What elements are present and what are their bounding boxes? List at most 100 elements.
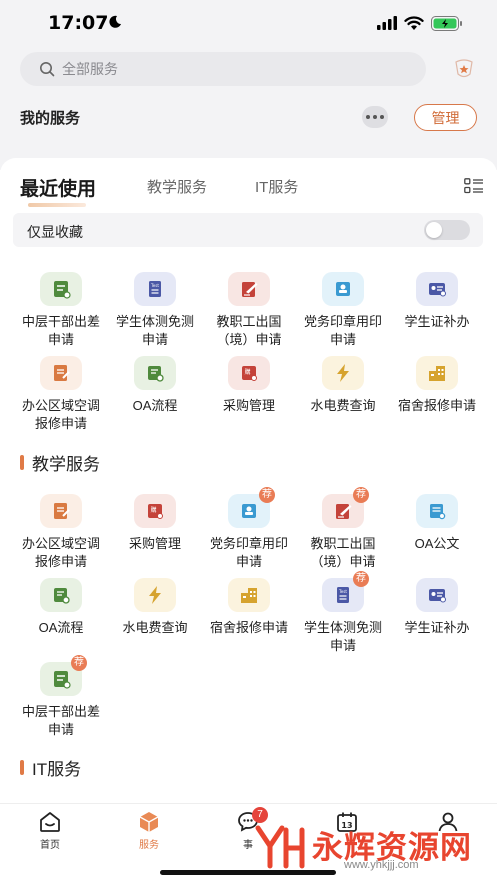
status-time: 17:07 <box>48 12 109 34</box>
svg-text:購: 購 <box>150 506 156 514</box>
oa-flow-icon <box>134 356 176 390</box>
tab-recent[interactable]: 最近使用 <box>20 174 96 201</box>
tab-it[interactable]: IT服务 <box>255 176 298 197</box>
service-item[interactable]: 宿舍报修申请 <box>202 578 296 637</box>
service-label: 办公区域空调报修申请 <box>21 398 100 431</box>
service-label: 水电费查询 <box>122 620 188 635</box>
recommended-badge: 荐 <box>353 487 369 503</box>
service-label: OA流程 <box>38 620 84 635</box>
favorites-only-label: 仅显收藏 <box>27 224 83 240</box>
list-view-icon[interactable] <box>464 178 484 194</box>
home-icon <box>40 812 60 832</box>
recommended-badge: 荐 <box>259 487 275 503</box>
stamp-icon <box>322 272 364 306</box>
service-item[interactable]: 办公区域空调报修申请 <box>14 494 108 571</box>
service-item[interactable]: 中层干部出差申请 <box>14 272 108 349</box>
my-services-title: 我的服务 <box>20 110 81 127</box>
service-item[interactable]: 水电费查询 <box>296 356 390 415</box>
service-label: 学生体测免测申请 <box>115 314 194 347</box>
svg-text:Test: Test <box>150 283 159 288</box>
home-indicator <box>160 870 336 875</box>
message-count-badge: 7 <box>252 807 268 823</box>
medal-icon[interactable] <box>452 58 476 80</box>
document-icon: Test <box>134 272 176 306</box>
service-label: OA公文 <box>414 536 460 551</box>
svg-text:Test: Test <box>338 589 347 594</box>
header-area: 17:07 全部服务 我的服务 管理 <box>0 0 497 170</box>
service-label: 学生证补办 <box>404 314 470 329</box>
nav-home-label: 首页 <box>40 840 60 851</box>
favorites-only-toggle[interactable] <box>424 220 470 240</box>
svg-text:購: 購 <box>244 368 250 376</box>
service-item[interactable]: 办公区域空调报修申请 <box>14 356 108 433</box>
repair-form-icon <box>40 356 82 390</box>
service-item[interactable]: 購采购管理 <box>202 356 296 415</box>
signal-icon <box>377 16 397 30</box>
recommended-badge: 荐 <box>353 571 369 587</box>
search-placeholder: 全部服务 <box>62 61 118 77</box>
service-item[interactable]: 党务印章用印申请 <box>296 272 390 349</box>
manage-button[interactable]: 管理 <box>414 104 477 131</box>
purchase-icon: 購 <box>228 356 270 390</box>
service-label: 党务印章用印申请 <box>209 536 288 569</box>
recommended-badge: 荐 <box>71 655 87 671</box>
wifi-icon <box>404 15 424 30</box>
service-item[interactable]: 学生证补办 <box>390 578 484 637</box>
service-label: 采购管理 <box>128 536 181 551</box>
document-search-icon <box>416 494 458 528</box>
building-icon <box>228 578 270 612</box>
document-icon: Test 荐 <box>322 571 369 612</box>
service-item[interactable]: OA流程 <box>108 356 202 415</box>
category-tabs: 最近使用 教学服务 IT服务 <box>0 158 497 208</box>
nav-services[interactable]: 服务 <box>119 810 179 851</box>
service-label: 党务印章用印申请 <box>303 314 382 347</box>
service-item[interactable]: OA流程 <box>14 578 108 637</box>
airplane-doc-icon <box>228 272 270 306</box>
service-label: 中层干部出差申请 <box>21 314 100 347</box>
service-label: 宿舍报修申请 <box>209 620 288 635</box>
watermark-url: www.yhkjjj.com <box>344 859 419 871</box>
service-item[interactable]: Test 学生体测免测申请 <box>108 272 202 349</box>
service-item[interactable]: 宿舍报修申请 <box>390 356 484 415</box>
oa-flow-icon <box>40 578 82 612</box>
service-item[interactable]: 荐教职工出国（境）申请 <box>296 487 390 571</box>
section-it-title: IT服务 <box>32 760 82 779</box>
service-item[interactable]: 荐党务印章用印申请 <box>202 487 296 571</box>
nav-services-label: 服务 <box>139 840 159 851</box>
moon-icon <box>109 15 121 28</box>
active-tab-indicator <box>28 203 86 207</box>
service-label: OA流程 <box>132 398 178 413</box>
airplane-doc-icon: 荐 <box>322 487 369 528</box>
service-item[interactable]: Test 荐学生体测免测申请 <box>296 571 390 655</box>
cube-icon <box>139 812 159 832</box>
nav-home[interactable]: 首页 <box>20 810 80 851</box>
service-item[interactable]: 荐中层干部出差申请 <box>14 655 108 739</box>
service-label: 办公区域空调报修申请 <box>21 536 100 569</box>
id-card-icon <box>416 578 458 612</box>
service-label: 学生证补办 <box>404 620 470 635</box>
purchase-icon: 購 <box>134 494 176 528</box>
section-teaching: 教学服务 <box>20 450 100 475</box>
lightning-icon <box>134 578 176 612</box>
service-item[interactable]: 購采购管理 <box>108 494 202 553</box>
repair-form-icon <box>40 494 82 528</box>
tab-teaching[interactable]: 教学服务 <box>147 176 207 197</box>
service-item[interactable]: 学生证补办 <box>390 272 484 331</box>
id-card-icon <box>416 272 458 306</box>
more-options-button[interactable] <box>362 106 388 128</box>
watermark-logo-icon <box>255 825 305 869</box>
search-input[interactable]: 全部服务 <box>20 52 426 86</box>
service-item[interactable]: 教职工出国（境）申请 <box>202 272 296 349</box>
service-item[interactable]: OA公文 <box>390 494 484 553</box>
service-label: 学生体测免测申请 <box>303 620 382 653</box>
travel-form-icon <box>40 272 82 306</box>
service-label: 教职工出国（境）申请 <box>310 536 376 569</box>
building-icon <box>416 356 458 390</box>
section-it: IT服务 <box>20 755 81 780</box>
watermark-logo: 永辉资源网 www.yhkjjj.com <box>252 822 484 874</box>
service-item[interactable]: 水电费查询 <box>108 578 202 637</box>
service-label: 教职工出国（境）申请 <box>216 314 282 347</box>
section-teaching-title: 教学服务 <box>32 455 100 474</box>
battery-icon <box>431 15 462 31</box>
lightning-icon <box>322 356 364 390</box>
